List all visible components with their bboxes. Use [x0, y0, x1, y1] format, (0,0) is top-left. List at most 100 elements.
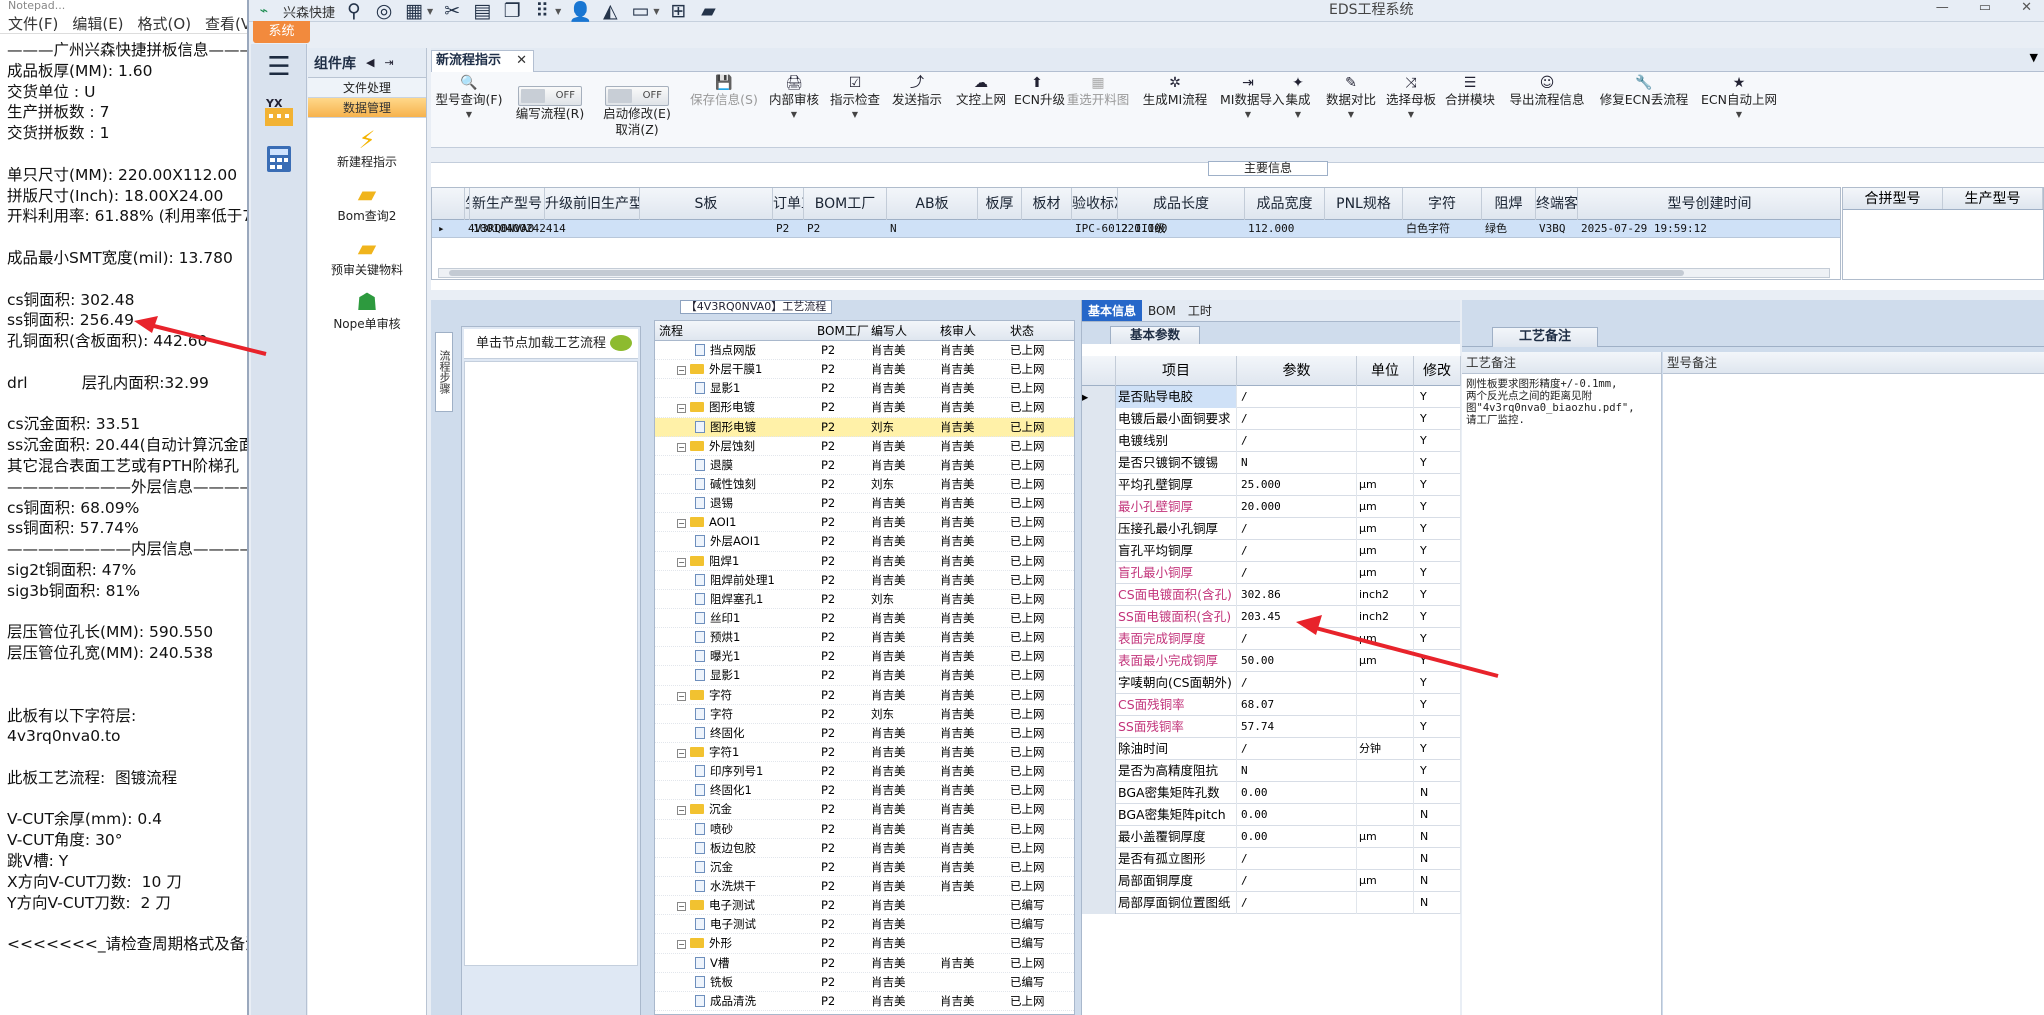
hamburger-button[interactable]: ☰	[251, 44, 307, 90]
craft-notes-text[interactable]: 刚性板要求图形精度+/-0.1mm, 两个反光点之间的距离见附 图"4v3rq0…	[1462, 374, 1647, 430]
col-param[interactable]: 参数	[1237, 356, 1357, 386]
col-header[interactable]: 板厚	[978, 188, 1022, 220]
process-vertical-tab[interactable]: 流程步骤	[435, 332, 453, 412]
param-row[interactable]: ▸ 是否贴导电胶 / Y	[1082, 386, 1461, 408]
col-header[interactable]: 字符	[1403, 188, 1482, 220]
param-value-cell[interactable]: 0.00	[1237, 782, 1357, 804]
tree-node[interactable]: 显影1	[695, 666, 740, 685]
param-row[interactable]: SS面电镀面积(含孔) 203.45 inch2 Y	[1082, 606, 1461, 628]
chevron-down-icon[interactable]: ▼	[1220, 108, 1276, 122]
col-modify[interactable]: 修改	[1414, 356, 1461, 386]
expand-toggle-icon[interactable]: −	[677, 557, 686, 567]
ribbon-button-0[interactable]: 🔍 型号查询(F) ▼	[435, 74, 503, 144]
process-tree-row[interactable]: 显影1 P2 肖吉美 肖吉美 已上网	[655, 379, 1074, 399]
close-tab-icon[interactable]: ✕	[516, 51, 527, 71]
tree-node[interactable]: − 外形	[677, 934, 732, 953]
ribbon-button-7[interactable]: ☁ 文控上网	[952, 74, 1010, 144]
tree-node[interactable]: −终检	[677, 1011, 732, 1014]
tree-node[interactable]: 沉金	[695, 858, 733, 877]
col-header[interactable]: S板	[640, 188, 773, 220]
param-row[interactable]: 平均孔壁铜厚 25.000 μm Y	[1082, 474, 1461, 496]
library-item-nope-review[interactable]: ☗ Nope单审核	[308, 280, 426, 334]
grid-cell[interactable]: 10010400242414	[473, 220, 566, 238]
chevron-down-icon[interactable]: ▼	[826, 108, 884, 122]
film-icon[interactable]: ▤	[471, 0, 493, 22]
col-header[interactable]: PNL规格	[1325, 188, 1403, 220]
tree-node[interactable]: 显影1	[695, 379, 740, 398]
param-row[interactable]: BGA密集矩阵pitch 0.00 N	[1082, 804, 1461, 826]
ribbon-button-15[interactable]: ☰ 合拼模块	[1441, 74, 1499, 144]
expand-toggle-icon[interactable]: −	[677, 806, 686, 816]
process-tree-row[interactable]: 喷砂 P2 肖吉美 肖吉美 已上网	[655, 820, 1074, 839]
col-writer[interactable]: 编写人	[871, 321, 907, 341]
param-value-cell[interactable]: /	[1237, 870, 1357, 892]
param-row[interactable]: 盲孔平均铜厚 / μm Y	[1082, 540, 1461, 562]
process-tree-row[interactable]: 字符 P2 刘东 肖吉美 已上网	[655, 705, 1074, 724]
col-header[interactable]: 验收标准	[1072, 188, 1118, 220]
grid-cell[interactable]: N	[890, 220, 897, 238]
maximize-button[interactable]: ▭	[1979, 0, 1991, 15]
copy-icon[interactable]: ❐	[501, 0, 523, 22]
scrollbar-thumb[interactable]	[449, 270, 1684, 276]
lifebuoy-icon[interactable]: ◎	[373, 0, 395, 22]
expand-toggle-icon[interactable]: −	[677, 748, 686, 758]
param-value-cell[interactable]: 25.000	[1237, 474, 1357, 496]
process-tree-row[interactable]: 挡点网版 P2 肖吉美 肖吉美 已上网	[655, 341, 1074, 361]
param-value-cell[interactable]: /	[1237, 892, 1357, 914]
library-item-key-material[interactable]: ▰ 预审关键物料	[308, 226, 426, 280]
ribbon-button-16[interactable]: ☺ 导出流程信息	[1504, 74, 1590, 144]
tree-node[interactable]: − 沉金	[677, 800, 732, 819]
param-row[interactable]: SS面残铜率 57.74 Y	[1082, 716, 1461, 738]
process-tree-row[interactable]: 水洗烘干 P2 肖吉美 肖吉美 已上网	[655, 877, 1074, 897]
chevron-down-icon[interactable]: ▼	[1276, 108, 1320, 122]
tab-basic-info[interactable]: 基本信息	[1082, 300, 1143, 321]
menu-format[interactable]: 格式(O)	[138, 13, 192, 34]
process-tree-row[interactable]: 显影1 P2 肖吉美 肖吉美 已上网	[655, 666, 1074, 686]
param-row[interactable]: 局部面铜厚度 / μm N	[1082, 870, 1461, 892]
col-header[interactable]: 成品宽度	[1245, 188, 1325, 220]
process-tree-row[interactable]: 预烘1 P2 肖吉美 肖吉美 已上网	[655, 628, 1074, 648]
col-header[interactable]: 阻焊	[1482, 188, 1536, 220]
tree-node[interactable]: 预烘1	[695, 628, 740, 647]
chevron-down-icon[interactable]: ▼	[2030, 51, 2038, 64]
param-value-cell[interactable]: N	[1237, 760, 1357, 782]
grid-cell[interactable]: 2025-07-29 19:59:12	[1581, 220, 1707, 238]
process-tree-row[interactable]: − 电子测试 P2 肖吉美 已编写	[655, 896, 1074, 916]
param-row[interactable]: 表面最小完成铜厚 50.00 μm Y	[1082, 650, 1461, 672]
param-value-cell[interactable]: N	[1237, 452, 1357, 474]
ribbon-button-8[interactable]: ⬆ ECN升级	[1014, 74, 1065, 144]
param-value-cell[interactable]: 57.74	[1237, 716, 1357, 738]
tree-node[interactable]: 外层AOI1	[695, 532, 760, 551]
close-button[interactable]: ✕	[2021, 0, 2032, 15]
process-tree-row[interactable]: − 字符 P2 肖吉美 肖吉美 已上网	[655, 686, 1074, 705]
process-tree-row[interactable]: 板边包胶 P2 肖吉美 肖吉美 已上网	[655, 839, 1074, 858]
grid-icon[interactable]: ⠿	[531, 0, 553, 22]
ribbon-button-6[interactable]: ⤴ 发送指示	[886, 74, 948, 144]
param-value-cell[interactable]: 50.00	[1237, 650, 1357, 672]
process-tree-row[interactable]: 终固化 P2 肖吉美 肖吉美 已上网	[655, 724, 1074, 743]
chevron-down-icon[interactable]: ▼	[765, 108, 823, 122]
process-tree-row[interactable]: − 外形 P2 肖吉美 已编写	[655, 934, 1074, 954]
tree-node[interactable]: 板边包胶	[695, 839, 756, 858]
expand-toggle-icon[interactable]: −	[677, 366, 686, 376]
ribbon-button-5[interactable]: ☑ 指示检查 ▼	[826, 74, 884, 144]
col-header[interactable]: BOM工厂	[804, 188, 887, 220]
tree-node[interactable]: 退膜	[695, 456, 733, 475]
tree-node[interactable]: 退锡	[695, 494, 733, 513]
col-header[interactable]: 升级前旧生产型号	[545, 188, 640, 220]
tree-node[interactable]: 喷砂	[695, 820, 733, 839]
menu-view[interactable]: 查看(V)	[205, 13, 247, 34]
process-tree-row[interactable]: 曝光1 P2 肖吉美 肖吉美 已上网	[655, 647, 1074, 667]
col-merge-model[interactable]: 合拼型号	[1843, 188, 1943, 209]
toggle-switch[interactable]: OFF	[518, 86, 582, 106]
param-row[interactable]: 最小盖覆铜厚度 0.00 μm N	[1082, 826, 1461, 848]
pin-icon[interactable]: ⇥	[384, 56, 393, 69]
grid-cell[interactable]: P2	[807, 220, 820, 238]
tree-node[interactable]: 水洗烘干	[695, 877, 756, 896]
menu-edit[interactable]: 编辑(E)	[72, 13, 123, 34]
process-tree-row[interactable]: − 字符1 P2 肖吉美 肖吉美 已上网	[655, 743, 1074, 763]
tree-node[interactable]: 阻焊塞孔1	[695, 590, 763, 609]
library-item-bom-query[interactable]: ▰ Bom查询2	[308, 172, 426, 226]
ribbon-button-18[interactable]: ★ ECN自动上网 ▼	[1698, 74, 1780, 144]
user-icon[interactable]: 👤	[569, 1, 593, 23]
